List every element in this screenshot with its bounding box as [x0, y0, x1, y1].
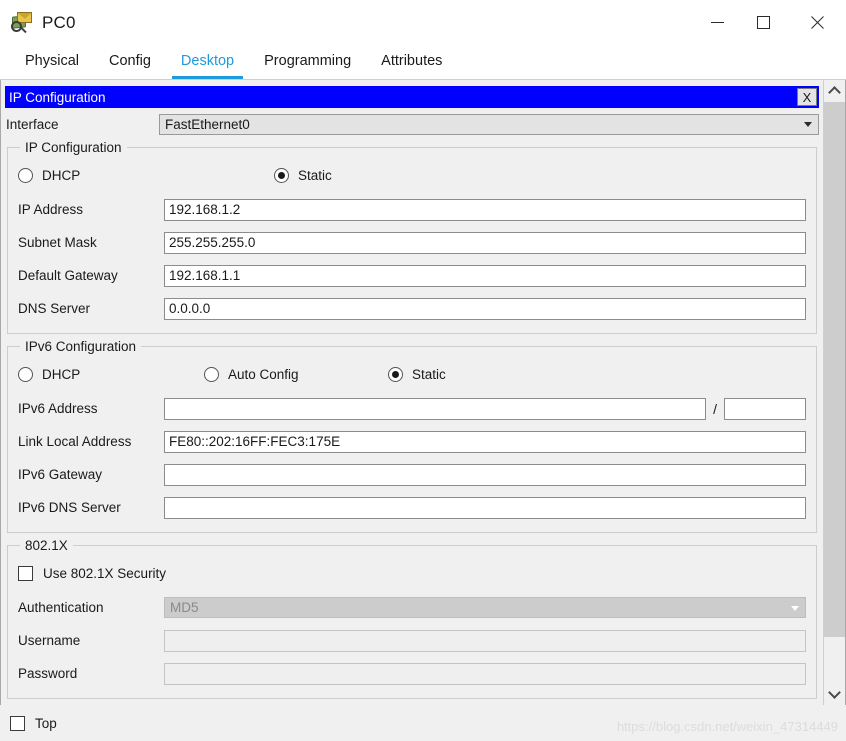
subnet-mask-label: Subnet Mask — [18, 235, 97, 250]
dialog-close-button[interactable]: X — [797, 88, 817, 106]
chevron-down-icon — [804, 122, 812, 127]
ipv6-autoconfig-label: Auto Config — [228, 366, 299, 382]
ipv4-dhcp-radio-item[interactable]: DHCP — [18, 167, 274, 183]
ipv6-static-radio-item[interactable]: Static — [388, 366, 446, 382]
authentication-row: Authentication MD5 — [18, 595, 806, 620]
ip-address-input[interactable]: 192.168.1.2 — [164, 198, 806, 221]
ipv6-group-title: IPv6 Configuration — [20, 339, 142, 354]
ipv4-address-row: IP Address 192.168.1.2 — [18, 197, 806, 222]
pc-magnifier-icon — [11, 11, 33, 34]
use-802-1x-security-label: Use 802.1X Security — [43, 565, 167, 581]
tab-desktop[interactable]: Desktop — [171, 53, 244, 79]
ipv6-gateway-label: IPv6 Gateway — [18, 467, 103, 482]
interface-value: FastEthernet0 — [165, 116, 250, 132]
chevron-up-icon — [828, 86, 841, 99]
password-row: Password — [18, 661, 806, 686]
window-controls — [694, 0, 846, 45]
dot1x-group: 802.1X Use 802.1X Security Authenticatio… — [7, 538, 817, 699]
ipv4-static-label: Static — [298, 167, 332, 183]
password-input[interactable] — [164, 662, 806, 685]
desktop-content: IP Configuration X Interface FastEtherne… — [0, 80, 846, 705]
ipv6-prefix-separator: / — [713, 400, 717, 417]
ipv6-group: IPv6 Configuration DHCP Auto Config Stat… — [7, 339, 817, 533]
link-local-address-input[interactable]: FE80::202:16FF:FEC3:175E — [164, 430, 806, 453]
tab-bar: Physical Config Desktop Programming Attr… — [0, 45, 846, 80]
ipv6-dns-server-input[interactable] — [164, 496, 806, 519]
authentication-label: Authentication — [18, 600, 104, 615]
ipv6-mode-row: DHCP Auto Config Static — [18, 361, 806, 387]
ip-configuration-panel: IP Configuration X Interface FastEtherne… — [1, 80, 823, 705]
ipv6-gateway-input[interactable] — [164, 463, 806, 486]
username-input[interactable] — [164, 629, 806, 652]
ipv4-dhcp-label: DHCP — [42, 167, 81, 183]
ipv4-gateway-row: Default Gateway 192.168.1.1 — [18, 263, 806, 288]
interface-label: Interface — [6, 116, 59, 132]
chevron-down-icon-scroll — [828, 686, 841, 699]
checkbox-icon-use-802-1x — [18, 565, 33, 581]
interface-row: Interface FastEthernet0 — [5, 113, 819, 135]
scrollbar-thumb[interactable] — [824, 102, 845, 637]
ipv6-gateway-row: IPv6 Gateway — [18, 462, 806, 487]
link-local-address-label: Link Local Address — [18, 434, 132, 449]
tab-programming[interactable]: Programming — [255, 53, 360, 79]
tab-attributes[interactable]: Attributes — [372, 53, 451, 79]
ipv6-address-input[interactable] — [164, 397, 707, 420]
ipv6-dns-row: IPv6 DNS Server — [18, 495, 806, 520]
scroll-down-button[interactable] — [824, 683, 845, 705]
tab-config[interactable]: Config — [100, 53, 160, 79]
top-checkbox-label: Top — [35, 715, 57, 731]
password-label: Password — [18, 666, 78, 681]
radio-icon-ipv6-autoconfig — [204, 366, 219, 382]
use-802-1x-security-row[interactable]: Use 802.1X Security — [18, 560, 806, 586]
default-gateway-input[interactable]: 192.168.1.1 — [164, 264, 806, 287]
dot1x-group-title: 802.1X — [20, 538, 73, 553]
vertical-scrollbar[interactable] — [823, 80, 845, 705]
ipv4-group-title: IP Configuration — [20, 140, 127, 155]
ipv6-static-label: Static — [412, 366, 446, 382]
watermark-text: https://blog.csdn.net/weixin_47314449 — [616, 719, 838, 734]
radio-icon-ipv6-dhcp — [18, 366, 33, 382]
dns-server-label: DNS Server — [18, 301, 91, 316]
radio-icon-ipv4-dhcp — [18, 167, 33, 183]
ipv4-mode-row: DHCP Static — [18, 162, 806, 188]
ipv6-autoconfig-radio-item[interactable]: Auto Config — [204, 366, 388, 382]
bottom-bar: Top https://blog.csdn.net/weixin_4731444… — [0, 705, 846, 741]
username-label: Username — [18, 633, 81, 648]
ipv6-linklocal-row: Link Local Address FE80::202:16FF:FEC3:1… — [18, 429, 806, 454]
close-button[interactable] — [786, 0, 846, 45]
window-title: PC0 — [42, 12, 76, 32]
subnet-mask-input[interactable]: 255.255.255.0 — [164, 231, 806, 254]
ipv4-dns-row: DNS Server 0.0.0.0 — [18, 296, 806, 321]
ipv4-subnet-row: Subnet Mask 255.255.255.0 — [18, 230, 806, 255]
ip-address-label: IP Address — [18, 202, 84, 217]
maximize-button[interactable] — [740, 0, 786, 45]
ipv6-address-label: IPv6 Address — [18, 401, 98, 416]
checkbox-icon-top[interactable] — [10, 715, 25, 731]
window-titlebar: PC0 — [0, 0, 846, 45]
ipv4-static-radio-item[interactable]: Static — [274, 167, 332, 183]
authentication-value: MD5 — [170, 600, 199, 615]
scrollbar-track[interactable] — [824, 102, 845, 683]
authentication-select[interactable]: MD5 — [164, 597, 806, 618]
radio-icon-ipv6-static — [388, 366, 403, 382]
tab-physical[interactable]: Physical — [16, 53, 88, 79]
username-row: Username — [18, 628, 806, 653]
dns-server-input[interactable]: 0.0.0.0 — [164, 297, 806, 320]
ipv4-group: IP Configuration DHCP Static IP Address … — [7, 140, 817, 334]
scroll-up-button[interactable] — [824, 80, 845, 102]
ipv6-address-row: IPv6 Address / — [18, 396, 806, 421]
minimize-button[interactable] — [694, 0, 740, 45]
dialog-title: IP Configuration — [9, 89, 106, 105]
dialog-header: IP Configuration X — [5, 86, 819, 108]
default-gateway-label: Default Gateway — [18, 268, 118, 283]
interface-select[interactable]: FastEthernet0 — [159, 113, 819, 135]
ipv6-dns-server-label: IPv6 DNS Server — [18, 500, 121, 515]
radio-icon-ipv4-static — [274, 167, 289, 183]
ipv6-dhcp-radio-item[interactable]: DHCP — [18, 366, 204, 382]
chevron-down-icon-authentication — [791, 605, 799, 611]
ipv6-dhcp-label: DHCP — [42, 366, 81, 382]
ipv6-prefix-input[interactable] — [724, 397, 806, 420]
